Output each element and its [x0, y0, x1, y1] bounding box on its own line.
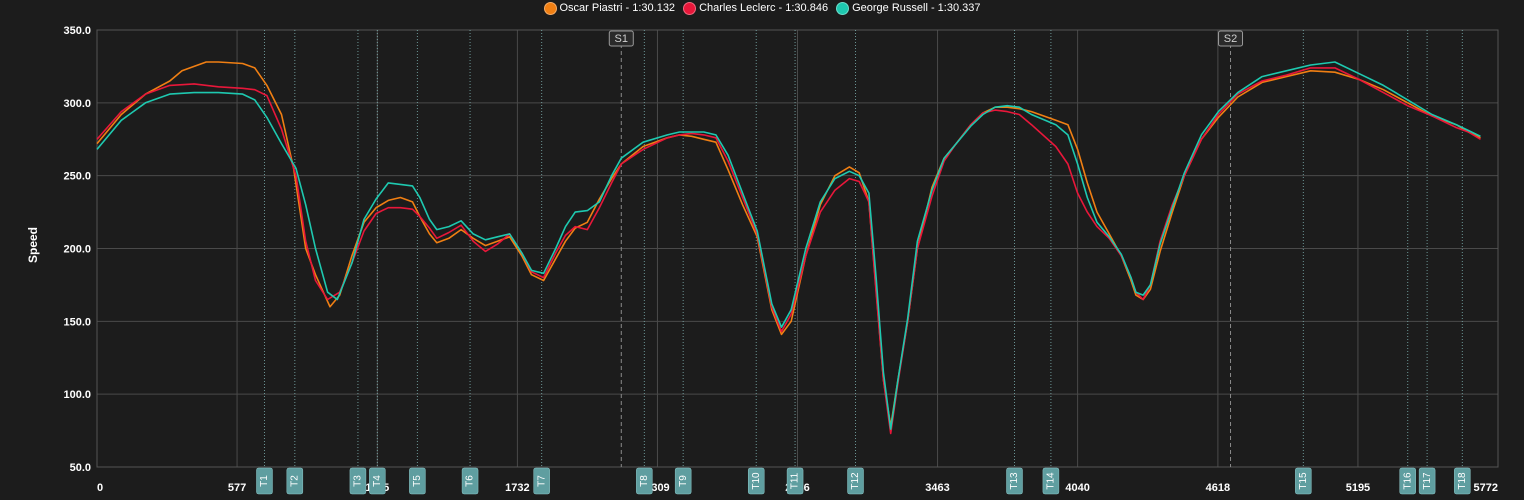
x-tick-label: 5772 — [1474, 482, 1498, 494]
y-tick-label: 100.0 — [63, 389, 91, 401]
x-tick-label: 5195 — [1346, 482, 1370, 494]
corner-label: T8 — [639, 475, 650, 487]
corner-label: T12 — [850, 472, 861, 490]
y-tick-label: 300.0 — [63, 98, 91, 110]
corner-label: T13 — [1009, 472, 1020, 490]
corner-label: T17 — [1422, 472, 1433, 490]
corner-label: T9 — [678, 475, 689, 487]
series-line-2 — [96, 67, 1481, 435]
x-tick-label: 0 — [97, 482, 103, 494]
x-tick-label: 577 — [228, 482, 246, 494]
corner-label: T15 — [1298, 472, 1309, 490]
sector-label: S2 — [1224, 33, 1237, 45]
corner-label: T2 — [289, 475, 300, 487]
corner-label: T14 — [1046, 472, 1057, 490]
y-tick-label: 200.0 — [63, 244, 91, 256]
corner-label: T11 — [790, 472, 801, 489]
x-tick-label: 4618 — [1206, 482, 1230, 494]
corner-label: T3 — [353, 475, 364, 487]
y-tick-label: 350.0 — [63, 25, 91, 37]
series-line-1 — [96, 61, 1481, 427]
corner-label: T16 — [1402, 472, 1413, 490]
x-tick-label: 4040 — [1065, 482, 1089, 494]
x-tick-label: 1732 — [505, 482, 529, 494]
x-tick-label: 3463 — [925, 482, 949, 494]
corner-label: T5 — [412, 475, 423, 487]
sector-label: S1 — [615, 33, 628, 45]
y-tick-label: 50.0 — [70, 462, 91, 474]
corner-label: T7 — [536, 475, 547, 487]
corner-label: T1 — [259, 475, 270, 487]
corner-label: T6 — [465, 475, 476, 487]
corner-label: T4 — [372, 475, 383, 487]
corner-label: T18 — [1457, 472, 1468, 490]
speed-chart: 350.0 300.0 250.0 200.0 150.0 100.0 50.0 S1 S2 0 5… — [63, 25, 1499, 495]
y-tick-label: 250.0 — [63, 171, 91, 183]
corner-label: T10 — [751, 472, 762, 490]
y-tick-label: 150.0 — [63, 316, 91, 328]
